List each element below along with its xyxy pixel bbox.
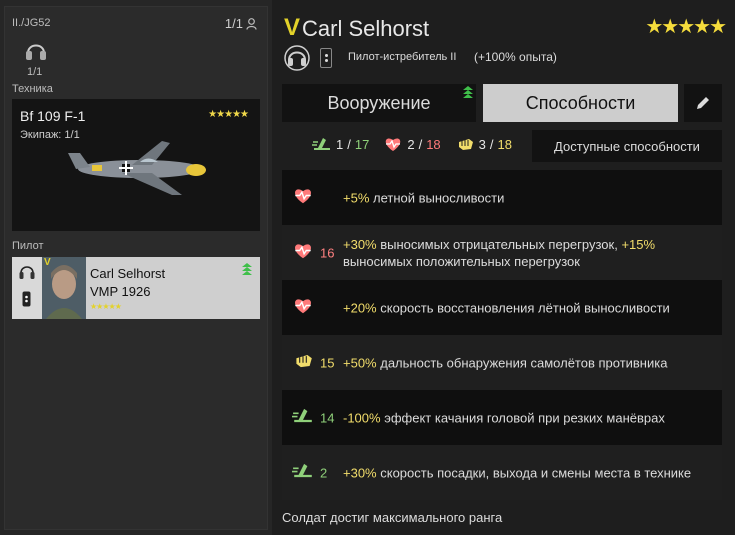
specialization: Пилот-истребитель II: [348, 51, 457, 63]
heart-icon: [386, 138, 401, 151]
plane-image: [68, 141, 206, 195]
skill-row[interactable]: +5% летной выносливости: [282, 170, 722, 225]
section-plane-label: Техника: [12, 83, 53, 95]
slot-count: 1/1: [224, 16, 243, 31]
skill-description: +20% скорость восстановления лётной выно…: [343, 300, 670, 315]
rank-badge: V: [284, 14, 301, 41]
crew-count: 1/1: [27, 66, 43, 78]
skill-description: +30% выносимых отрицательных перегрузок,…: [343, 236, 656, 269]
heart-icon: [292, 296, 314, 319]
headset-icon: [19, 266, 35, 279]
skill-description: -100% эффект качания головой при резких …: [343, 410, 665, 425]
counter-stamina: 1/17: [312, 136, 369, 152]
spec-icon: [320, 48, 332, 68]
soldier-name: Carl Selhorst: [302, 16, 430, 41]
skill-level: 15: [320, 355, 335, 370]
available-skills-button[interactable]: Доступные способности: [532, 130, 722, 162]
heart-icon: [292, 186, 314, 209]
soldier-stars: ★★★★★: [645, 16, 727, 38]
section-pilot-label: Пилот: [12, 240, 44, 252]
plane-card[interactable]: Bf 109 F-1 Экипаж: 1/1 ★★★★★: [12, 99, 260, 231]
counter-max: 18: [426, 136, 441, 152]
skill-description: +50% дальность обнаружения самолётов про…: [343, 355, 668, 370]
stamina-icon: [312, 138, 330, 150]
soldier-details: V Carl Selhorst ★★★★★ Пилот-истребитель …: [276, 0, 735, 535]
edit-button[interactable]: [684, 84, 722, 122]
skill-level: 16: [320, 245, 335, 260]
counter-fist: 3/18: [455, 136, 512, 152]
pencil-icon: [697, 97, 709, 109]
skill-points: 1/17 2/18 3/18: [312, 136, 526, 152]
fist-icon: [458, 139, 473, 150]
skill-level: 14: [320, 410, 335, 425]
pilot-vmp: VMP 1926: [90, 284, 151, 299]
skill-row[interactable]: 15 +50% дальность обнаружения самолётов …: [282, 335, 722, 390]
left-sidebar: II./JG52 1/1 1/1 Техника Bf 109 F-1 Экип…: [0, 0, 272, 535]
stamina-icon: [292, 406, 314, 429]
skill-row[interactable]: 16 +30% выносимых отрицательных перегруз…: [282, 225, 722, 280]
tab-weapons[interactable]: Вооружение: [282, 84, 476, 122]
skill-level: 2: [320, 465, 328, 480]
tab-skills[interactable]: Способности: [483, 84, 678, 122]
pilot-rank: V: [44, 257, 51, 268]
squad-panel: II./JG52 1/1 1/1 Техника Bf 109 F-1 Экип…: [4, 6, 268, 530]
headset-icon: [25, 39, 47, 68]
stamina-icon: [292, 461, 314, 484]
skill-row[interactable]: 14 -100% эффект качания головой при резк…: [282, 390, 722, 445]
heart-icon: [292, 241, 314, 264]
headset-icon: [284, 44, 310, 77]
pilot-stars: ★★★★★: [90, 302, 122, 311]
pilot-name: Carl Selhorst: [90, 266, 166, 281]
pilot-card[interactable]: V Carl Selhorst VMP 1926 ★★★★★: [12, 257, 260, 319]
counter-heart: 2/18: [383, 136, 441, 152]
spec-icon: [22, 291, 31, 307]
plane-stars: ★★★★★: [208, 109, 249, 120]
upgrade-badge-icon: [242, 263, 252, 275]
fist-icon: [292, 351, 314, 374]
counter-max: 18: [497, 136, 512, 152]
person-icon: [246, 17, 257, 30]
skill-description: +30% скорость посадки, выхода и смены ме…: [343, 465, 692, 480]
counter-current: 2: [407, 136, 415, 152]
skill-description: +5% летной выносливости: [343, 190, 505, 205]
upgrade-badge-icon: [463, 86, 473, 98]
skill-row[interactable]: 2 +30% скорость посадки, выхода и смены …: [282, 445, 722, 500]
exp-bonus: (+100% опыта): [474, 50, 557, 64]
skill-list: +5% летной выносливости 16 +30% выносимы…: [282, 170, 722, 500]
max-rank-message: Солдат достиг максимального ранга: [282, 510, 503, 525]
skill-row[interactable]: +20% скорость восстановления лётной выно…: [282, 280, 722, 335]
unit-name: II./JG52: [12, 17, 51, 29]
pilot-icons: [12, 257, 42, 319]
counter-current: 1: [336, 136, 344, 152]
counter-current: 3: [478, 136, 486, 152]
plane-name: Bf 109 F-1: [20, 108, 86, 124]
slot-counter: 1/1: [225, 16, 257, 31]
counter-max: 17: [354, 136, 370, 152]
